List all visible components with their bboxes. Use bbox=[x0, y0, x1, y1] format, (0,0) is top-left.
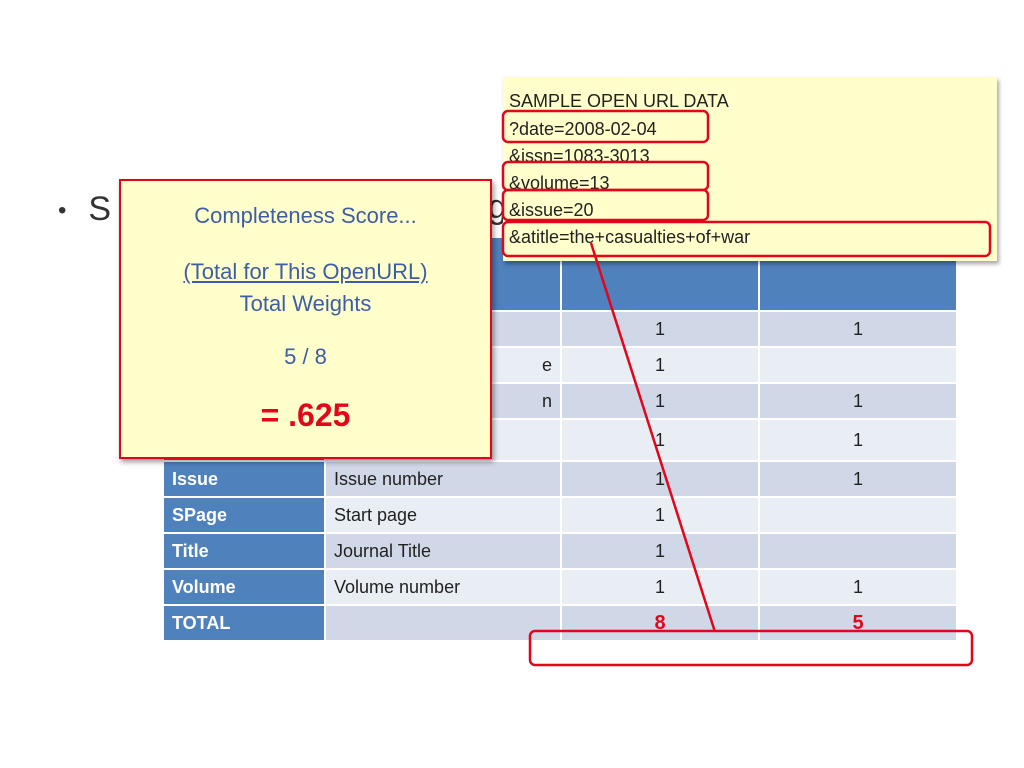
highlight-box-atitle bbox=[501, 220, 992, 258]
connector-line bbox=[589, 242, 717, 633]
highlight-box-date bbox=[501, 109, 710, 144]
highlight-box-volume bbox=[501, 160, 710, 192]
highlight-box-issue bbox=[501, 188, 710, 222]
highlight-annotations bbox=[501, 109, 992, 667]
highlight-box-totals bbox=[528, 629, 974, 667]
